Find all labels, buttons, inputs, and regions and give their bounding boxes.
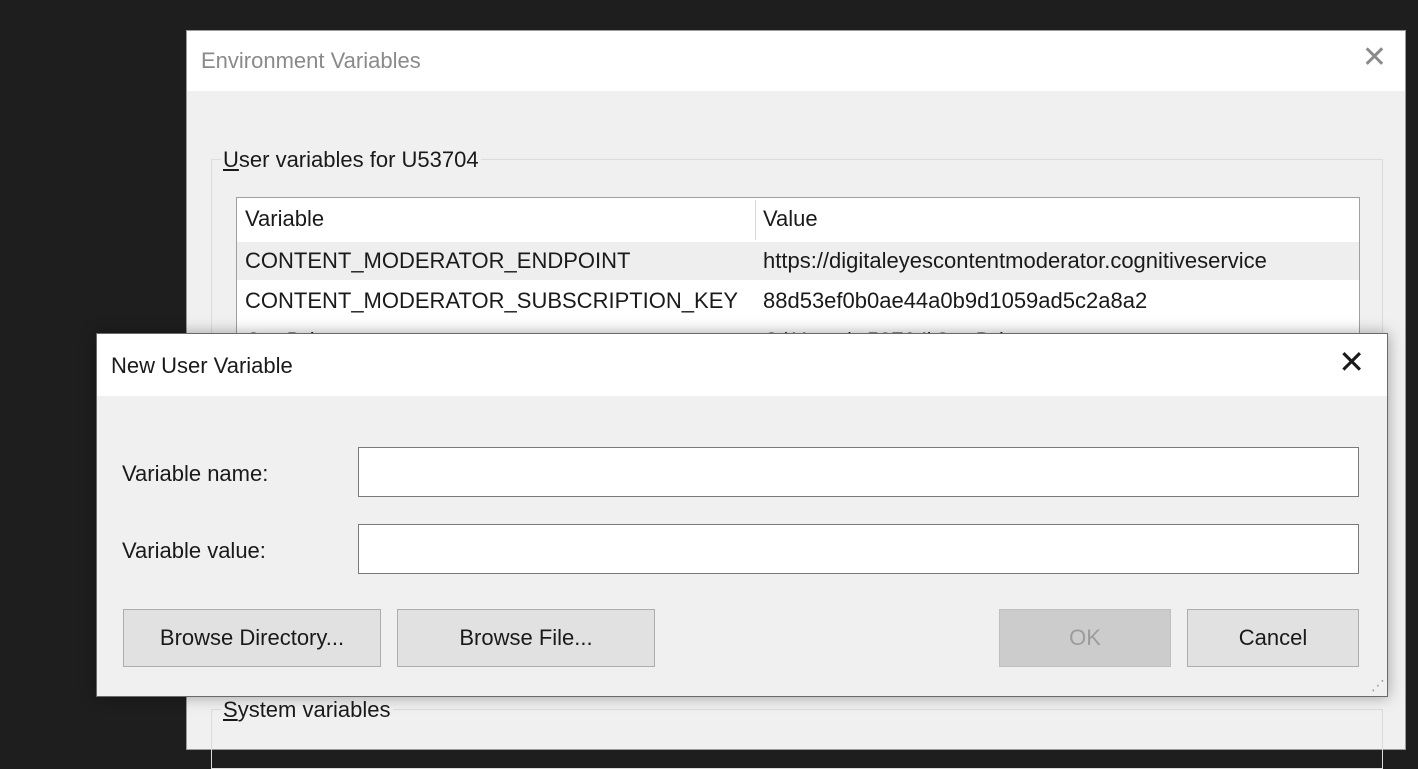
variable-name-input[interactable] — [358, 447, 1359, 497]
env-close-icon[interactable]: ✕ — [1362, 43, 1387, 73]
cancel-button[interactable]: Cancel — [1187, 609, 1359, 667]
variable-name-label: Variable name: — [122, 461, 269, 486]
list-item[interactable]: CONTENT_MODERATOR_ENDPOINT https://digit… — [237, 242, 1359, 280]
column-divider[interactable] — [755, 200, 756, 240]
resize-grip-icon[interactable]: ⋰ — [1371, 678, 1385, 692]
user-variables-accel: U — [223, 147, 239, 172]
system-variables-label: System variables — [221, 697, 393, 723]
new-user-variable-dialog: New User Variable ✕ Variable name: Varia… — [96, 333, 1388, 697]
variable-name: CONTENT_MODERATOR_ENDPOINT — [245, 248, 631, 273]
browse-file-button[interactable]: Browse File... — [397, 609, 655, 667]
ok-button[interactable]: OK — [999, 609, 1171, 667]
system-variables-accel: S — [223, 697, 238, 722]
user-variables-list[interactable]: Variable Value CONTENT_MODERATOR_ENDPOIN… — [236, 197, 1360, 347]
list-item[interactable]: CONTENT_MODERATOR_SUBSCRIPTION_KEY 88d53… — [237, 282, 1359, 320]
browse-directory-button[interactable]: Browse Directory... — [123, 609, 381, 667]
user-variables-label: User variables for U53704 — [221, 147, 481, 173]
system-variables-label-text: ystem variables — [237, 697, 391, 722]
dialog-title: New User Variable — [111, 353, 293, 378]
user-variables-label-text: ser variables for U53704 — [238, 147, 479, 172]
list-header: Variable Value — [237, 200, 1359, 240]
close-icon[interactable]: ✕ — [1338, 346, 1365, 378]
column-header-variable[interactable]: Variable — [245, 206, 324, 232]
variable-value: 88d53ef0b0ae44a0b9d1059ad5c2a8a2 — [763, 288, 1148, 313]
variable-value-label: Variable value: — [122, 538, 266, 563]
variable-value-input[interactable] — [358, 524, 1359, 574]
variable-value: https://digitaleyescontentmoderator.cogn… — [763, 248, 1267, 273]
env-window-title: Environment Variables — [201, 48, 421, 73]
env-titlebar: Environment Variables ✕ — [187, 31, 1405, 91]
column-header-value[interactable]: Value — [763, 206, 818, 232]
dialog-titlebar[interactable]: New User Variable ✕ — [97, 334, 1387, 396]
variable-name: CONTENT_MODERATOR_SUBSCRIPTION_KEY — [245, 288, 739, 313]
